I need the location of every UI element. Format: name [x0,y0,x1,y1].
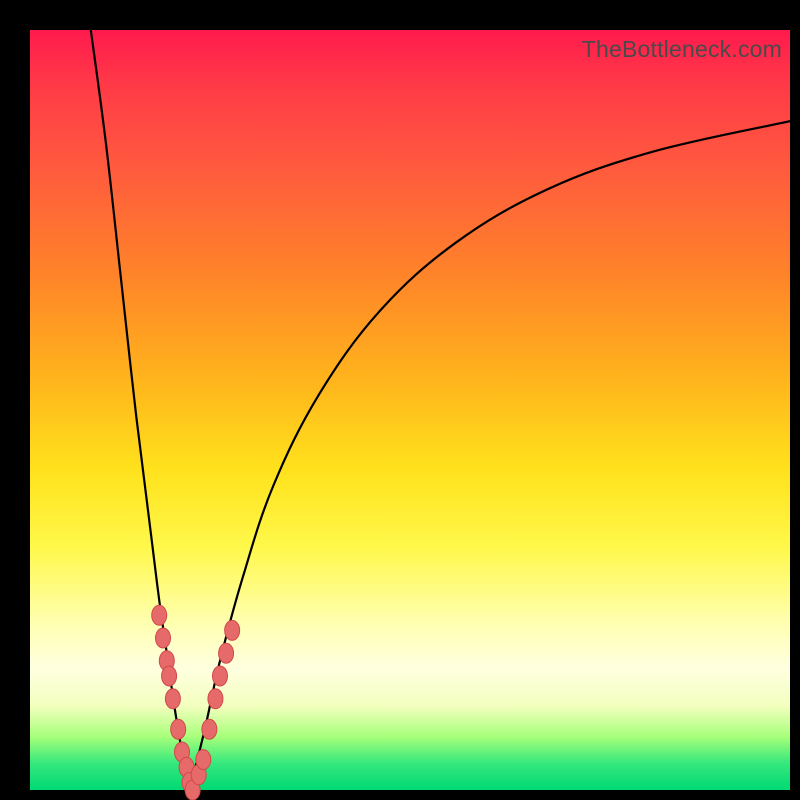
bead-group [152,605,240,800]
bead-marker [208,689,223,709]
plot-area: TheBottleneck.com [30,30,790,790]
bead-marker [213,666,228,686]
curve-svg [30,30,790,790]
bead-marker [152,605,167,625]
bead-marker [162,666,177,686]
bead-marker [165,689,180,709]
bead-marker [196,750,211,770]
bead-marker [219,643,234,663]
curve-right-branch [190,121,790,790]
bead-marker [171,719,186,739]
outer-frame: TheBottleneck.com [0,0,800,800]
bead-marker [225,620,240,640]
bead-marker [156,628,171,648]
bead-marker [202,719,217,739]
